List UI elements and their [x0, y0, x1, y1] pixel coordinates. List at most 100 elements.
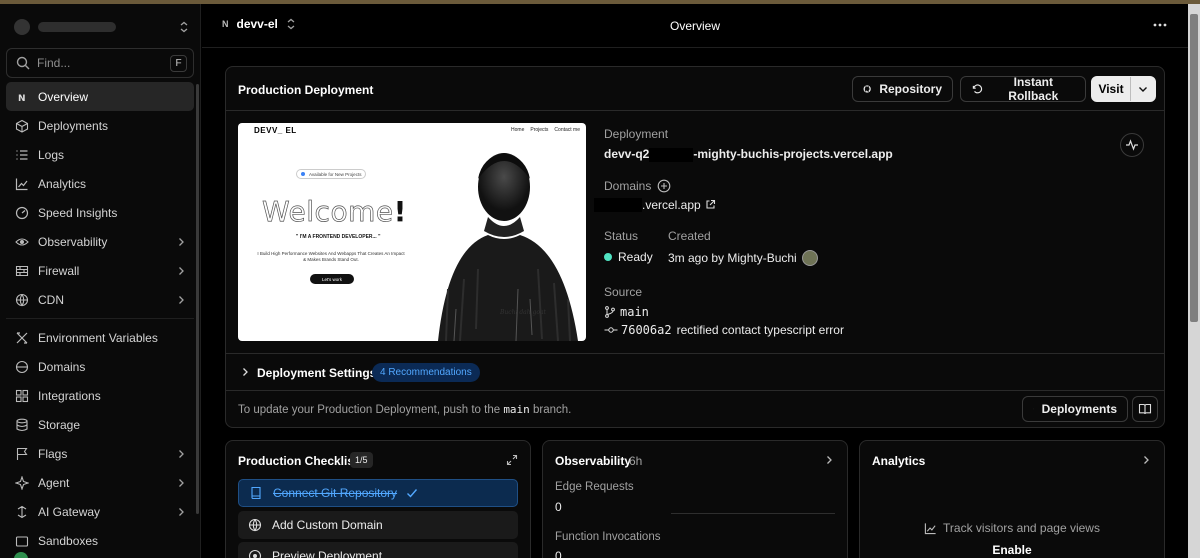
add-domain-icon[interactable] — [657, 179, 671, 193]
recommendations-badge[interactable]: 4 Recommendations — [372, 363, 480, 382]
checklist-item-add-domain[interactable]: Add Custom Domain — [238, 511, 518, 539]
checklist-item-label: Connect Git Repository — [273, 486, 398, 500]
card-header: Production Deployment Repository Instant… — [226, 67, 1164, 111]
rollback-label: Instant Rollback — [1008, 75, 1059, 103]
find-input[interactable] — [37, 56, 157, 70]
sidebar-item-agent[interactable]: Agent — [6, 468, 194, 497]
observability-card[interactable]: Observability 6h Edge Requests 0 Functio… — [542, 440, 848, 558]
chevron-right-icon[interactable] — [1140, 454, 1152, 466]
team-avatar — [14, 19, 30, 35]
preview-welcome-word: Welcome — [262, 195, 394, 229]
checklist-item-connect-git[interactable]: Connect Git Repository — [238, 479, 518, 507]
status-block: Status Ready — [604, 229, 668, 266]
deployments-button[interactable]: Deployments — [1022, 396, 1128, 422]
metric-value: 0 — [555, 549, 562, 558]
sidebar-item-domains[interactable]: Domains — [6, 352, 194, 381]
chart-icon — [14, 176, 30, 192]
sidebar-item-deployments[interactable]: Deployments — [6, 111, 194, 140]
deployment-info: Deployment devv-q2 -mighty-buchis-project… — [594, 127, 893, 337]
more-menu-icon[interactable] — [1152, 17, 1168, 33]
sidebar-item-label: Environment Variables — [38, 330, 158, 345]
user-menu[interactable] — [14, 552, 28, 558]
visit-button[interactable]: Visit — [1092, 82, 1130, 96]
activity-button[interactable] — [1120, 133, 1144, 157]
find-field[interactable]: F — [6, 48, 194, 78]
database-icon — [14, 417, 30, 433]
chevron-right-icon — [179, 237, 184, 246]
list-icon — [14, 147, 30, 163]
preview-description: I Build High Performance Websites And We… — [257, 251, 405, 262]
deployment-settings-row[interactable]: Deployment Settings 4 Recommendations — [226, 353, 1164, 391]
sidebar-item-speed-insights[interactable]: Speed Insights — [6, 198, 194, 227]
sidebar-item-analytics[interactable]: Analytics — [6, 169, 194, 198]
sidebar-item-label: Integrations — [38, 388, 101, 403]
expand-icon[interactable] — [506, 454, 518, 466]
deployment-preview-image[interactable]: DEVV_ EL Home Projects Contact me Availa… — [238, 123, 586, 341]
preview-tagline: " I'M A FRONTEND DEVELOPER... " — [296, 234, 381, 240]
preview-welcome-mark: ! — [393, 195, 407, 228]
sidebar-item-sandboxes[interactable]: Sandboxes — [6, 526, 194, 555]
repository-label: Repository — [879, 82, 942, 96]
update-hint-branch: main — [503, 403, 530, 416]
commit-message: rectified contact typescript error — [676, 322, 844, 337]
source-commit[interactable]: 76006a2 rectified contact typescript err… — [604, 323, 893, 337]
status-value: Ready — [618, 249, 653, 264]
sidebar-scrollbar[interactable] — [196, 84, 199, 514]
instant-rollback-button[interactable]: Instant Rollback — [960, 75, 1086, 103]
vercel-n-icon: N — [14, 89, 30, 105]
created-value-row: 3m ago by Mighty-Buchi — [668, 249, 818, 266]
checklist-item-preview-deployment[interactable]: Preview Deployment — [238, 542, 518, 558]
chevron-right-icon — [179, 266, 184, 275]
domains-header: Domains — [604, 179, 893, 193]
status-created-row: Status Ready Created 3m ago by Mighty-Bu… — [604, 229, 893, 266]
deployments-button-label: Deployments — [1041, 402, 1117, 416]
agent-icon — [14, 475, 30, 491]
sidebar-item-label: Deployments — [38, 118, 109, 133]
analytics-card: Analytics Track visitors and page views … — [859, 440, 1165, 558]
metric-value: 0 — [555, 500, 562, 514]
sidebar-item-flags[interactable]: Flags — [6, 439, 194, 468]
docs-button[interactable] — [1132, 396, 1158, 422]
sidebar-item-storage[interactable]: Storage — [6, 410, 194, 439]
metric-sparkline — [671, 513, 835, 514]
created-value: 3m ago by Mighty-Buchi — [668, 250, 797, 265]
variables-icon — [14, 330, 30, 346]
globe-icon — [248, 518, 262, 532]
sidebar-item-label: Flags — [38, 446, 68, 461]
team-switcher[interactable] — [6, 14, 195, 40]
sidebar-divider — [6, 318, 194, 319]
git-branch-icon — [605, 305, 615, 318]
sidebar-item-label: Logs — [38, 147, 65, 162]
sidebar-item-cdn[interactable]: CDN — [6, 285, 194, 314]
update-hint: To update your Production Deployment, pu… — [238, 403, 571, 416]
sidebar-item-overview[interactable]: N Overview — [6, 82, 194, 111]
sidebar-item-firewall[interactable]: Firewall — [6, 256, 194, 285]
globe-icon — [14, 292, 30, 308]
domain-link[interactable]: .vercel.app — [594, 197, 893, 212]
top-bar: N devv-el Overview — [202, 4, 1188, 48]
chevron-right-icon[interactable] — [823, 454, 835, 466]
commit-hash: 76006a2 — [621, 322, 672, 337]
sidebar-item-observability[interactable]: Observability — [6, 227, 194, 256]
git-commit-icon — [604, 327, 618, 333]
sidebar-item-logs[interactable]: Logs — [6, 140, 194, 169]
observability-period: 6h — [629, 454, 643, 468]
sidebar-item-environment-variables[interactable]: Environment Variables — [6, 323, 194, 352]
visit-dropdown-button[interactable] — [1131, 83, 1155, 95]
source-branch[interactable]: main — [604, 305, 893, 319]
preview-nav: Home Projects Contact me — [511, 127, 580, 133]
preview-nav-item: Contact me — [554, 127, 580, 133]
repository-button[interactable]: Repository — [852, 76, 953, 102]
sidebar-item-ai-gateway[interactable]: AI Gateway — [6, 497, 194, 526]
deployment-url-prefix: devv-q2 — [604, 147, 650, 161]
sidebar-item-integrations[interactable]: Integrations — [6, 381, 194, 410]
integrations-icon — [14, 388, 30, 404]
deployment-url[interactable]: devv-q2 -mighty-buchis-projects.vercel.ap… — [604, 147, 893, 162]
enable-analytics-button[interactable]: Enable — [860, 543, 1164, 557]
production-checklist-card: Production Checklist 1/5 Connect Git Rep… — [225, 440, 531, 558]
preview-pill-text: Available for New Projects — [309, 171, 362, 177]
sidebar-item-label: Speed Insights — [38, 205, 118, 220]
update-hint-pre: To update your Production Deployment, pu… — [238, 404, 501, 416]
page-scrollbar-thumb[interactable] — [1190, 14, 1198, 322]
preview-signature: Buchi dah goat — [500, 309, 546, 316]
